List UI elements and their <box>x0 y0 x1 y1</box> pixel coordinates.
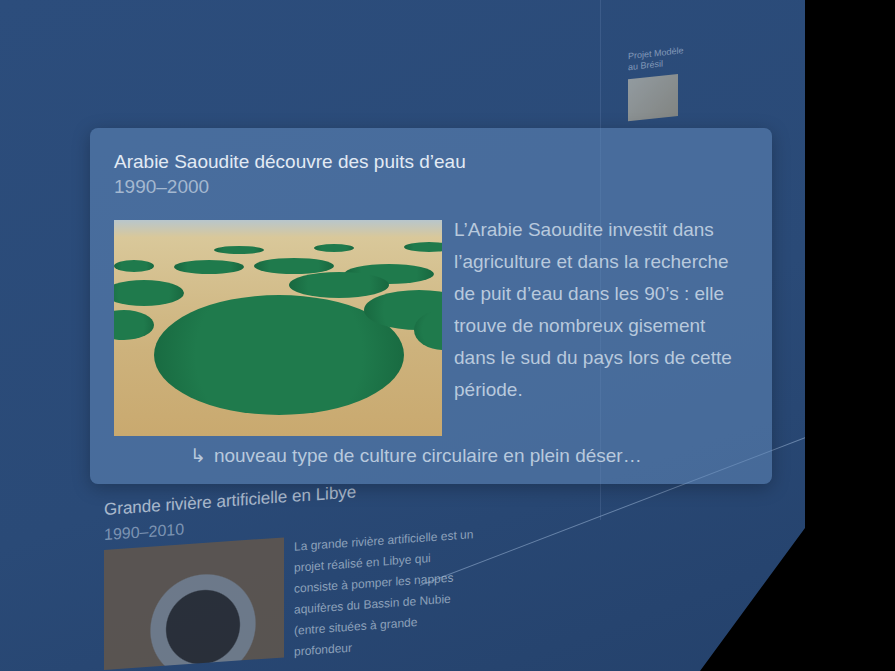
field-circle <box>174 260 244 274</box>
field-circle <box>289 272 389 298</box>
field-circle <box>254 258 334 274</box>
arrow-icon: ↳ <box>190 442 206 470</box>
event-popup[interactable]: Arabie Saoudite découvre des puits d’eau… <box>90 128 772 484</box>
field-circle <box>314 244 354 252</box>
event-body: La grande rivière artificielle est un pr… <box>104 523 484 671</box>
screen-edge <box>0 0 895 671</box>
event-body: L’Arabie Saoudite investit dans l’agricu… <box>114 220 748 436</box>
event-card[interactable]: Grande rivière artificielle en Libye1990… <box>104 473 484 671</box>
event-text: La grande rivière artificielle est un pr… <box>294 524 474 663</box>
timeline-item[interactable]: Projet Modèle au Brésil <box>628 45 688 121</box>
event-note: ↳ nouveau type de culture circulaire en p… <box>190 442 748 470</box>
event-photo <box>114 220 442 436</box>
field-circle <box>114 260 154 272</box>
event-period: 1990–2000 <box>114 174 748 200</box>
event-photo <box>104 537 284 670</box>
field-circle <box>114 310 154 340</box>
field-circle <box>214 246 264 254</box>
item-title: Projet Modèle au Brésil <box>628 45 688 73</box>
event-text: L’Arabie Saoudite investit dans l’agricu… <box>454 214 748 406</box>
field-circle <box>114 280 184 306</box>
field-circle <box>404 242 442 252</box>
note-text: nouveau type de culture circulaire en pl… <box>214 442 642 470</box>
item-thumbnail <box>628 73 678 120</box>
event-title: Arabie Saoudite découvre des puits d’eau <box>114 150 748 174</box>
